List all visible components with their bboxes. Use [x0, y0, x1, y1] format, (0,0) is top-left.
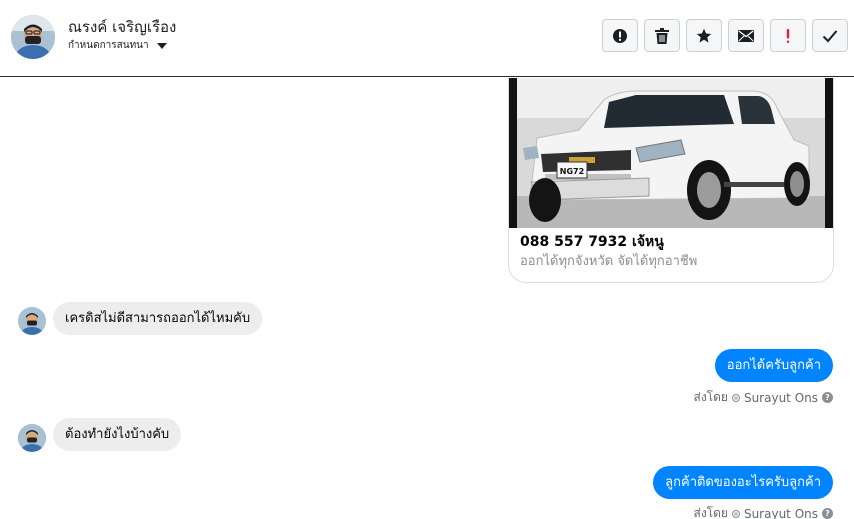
avatar-photo: [18, 307, 46, 335]
incoming-message[interactable]: เครดิสไม่ดีสามารถออกได้ไหมคับ: [53, 302, 263, 335]
shared-media-card[interactable]: NG72 088 557 7932 เจ้หนู ออกได้ทุกจังหวั…: [508, 78, 834, 283]
help-icon[interactable]: ?: [822, 392, 833, 403]
alert-circle-icon: [613, 28, 627, 43]
license-plate-text: NG72: [560, 167, 584, 176]
help-icon[interactable]: ?: [822, 508, 833, 519]
car-photo[interactable]: NG72: [509, 78, 833, 228]
star-icon: [696, 28, 712, 42]
sent-by-prefix: ส่งโดย: [693, 506, 728, 519]
conversation-header: ณรงค์ เจริญเรือง กำหนดการสนทนา: [0, 0, 854, 77]
sent-by-info: ส่งโดย Surayut Ons ?: [693, 504, 833, 519]
chevron-down-icon: [156, 42, 167, 49]
mark-unread-button[interactable]: [728, 19, 764, 52]
avatar-photo: [18, 424, 46, 452]
trash-icon: [655, 27, 669, 44]
mark-done-button[interactable]: [812, 19, 848, 52]
contact-name[interactable]: ณรงค์ เจริญเรือง: [68, 15, 176, 39]
conversation-settings-label: กำหนดการสนทนา: [68, 40, 149, 51]
conversation-settings-dropdown[interactable]: กำหนดการสนทนา: [68, 38, 167, 53]
exclamation-icon: [786, 28, 790, 43]
sent-by-name[interactable]: Surayut Ons: [744, 507, 818, 519]
sent-by-prefix: ส่งโดย: [693, 390, 728, 404]
report-spam-button[interactable]: [602, 19, 638, 52]
incoming-message[interactable]: ต้องทำยังไงบ้างคับ: [53, 418, 182, 451]
sender-avatar[interactable]: [18, 307, 46, 335]
sent-by-info: ส่งโดย Surayut Ons ?: [693, 388, 833, 407]
page-admin-icon: [731, 509, 740, 518]
media-subtitle: ออกได้ทุกจังหวัด จัดได้ทุกอาชีพ: [520, 254, 698, 269]
message-thread[interactable]: NG72 088 557 7932 เจ้หนู ออกได้ทุกจังหวั…: [0, 78, 854, 519]
outgoing-message[interactable]: ลูกค้าติดของอะไรครับลูกค้า: [653, 466, 833, 499]
check-icon: [822, 29, 838, 42]
sender-avatar[interactable]: [18, 424, 46, 452]
avatar-photo: [11, 15, 55, 59]
contact-avatar[interactable]: [11, 15, 55, 59]
star-button[interactable]: [686, 19, 722, 52]
delete-button[interactable]: [644, 19, 680, 52]
outgoing-message[interactable]: ออกได้ครับลูกค้า: [714, 349, 833, 382]
pickup-truck-image: NG72: [509, 78, 833, 228]
sent-by-name[interactable]: Surayut Ons: [744, 391, 818, 405]
mark-important-button[interactable]: [770, 19, 806, 52]
envelope-icon: [738, 29, 754, 42]
page-admin-icon: [731, 393, 740, 402]
conversation-toolbar: [602, 19, 848, 52]
